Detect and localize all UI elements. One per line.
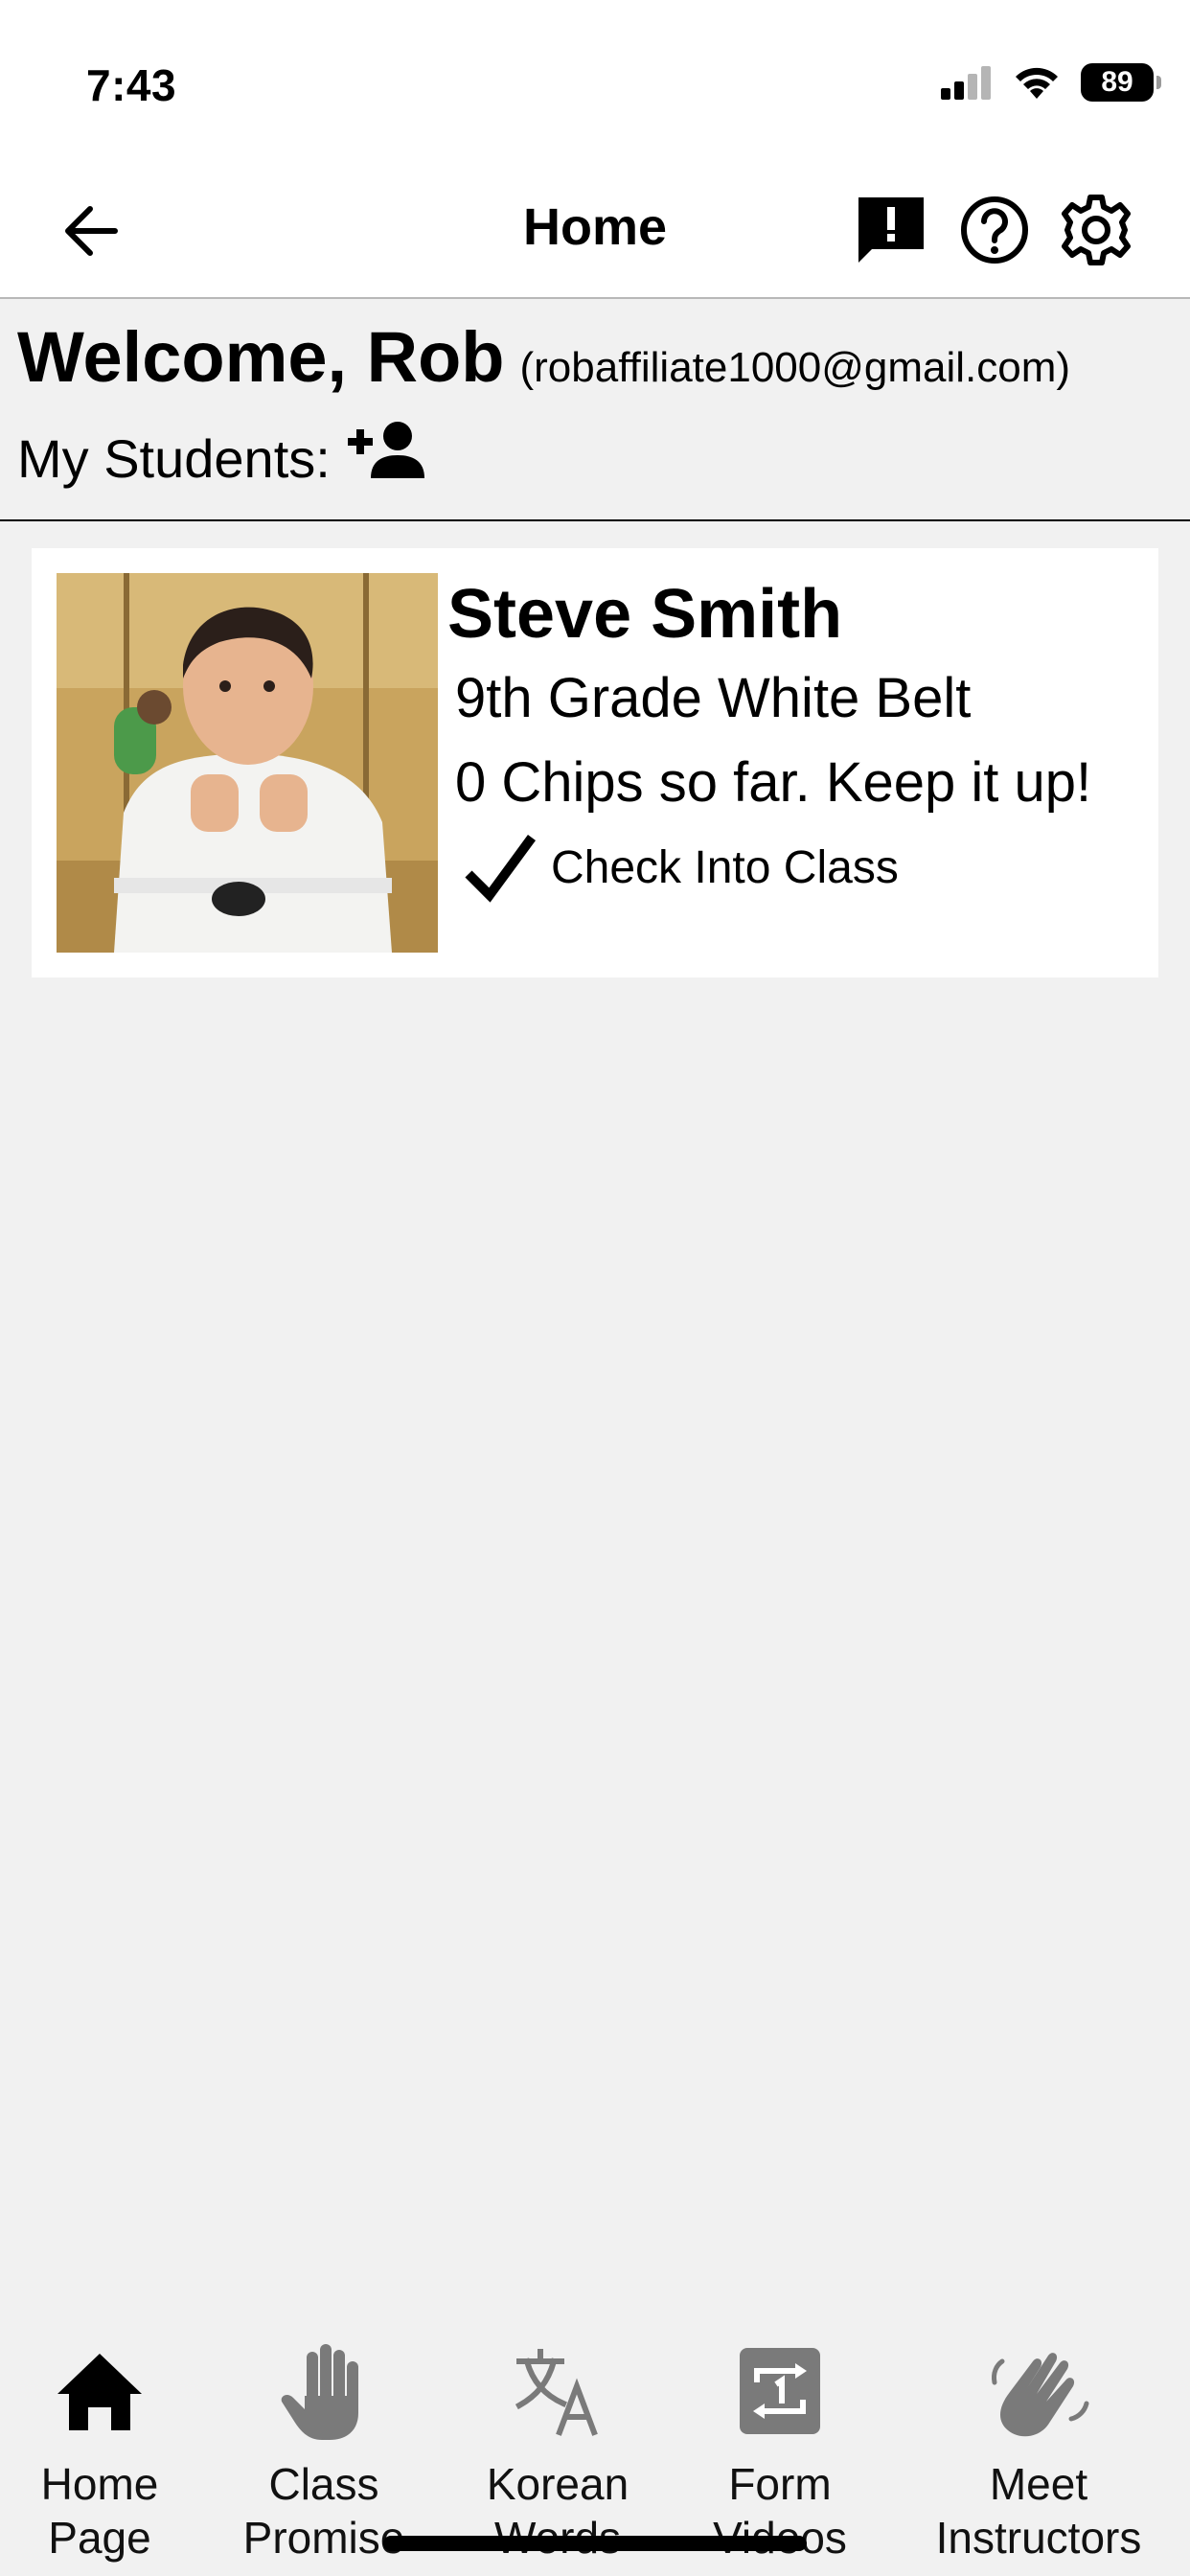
check-into-class-button[interactable]: Check Into Class bbox=[463, 832, 1149, 903]
feedback-icon[interactable] bbox=[853, 192, 929, 268]
battery-indicator: 89 bbox=[1081, 63, 1161, 102]
app-header: Home bbox=[0, 163, 1190, 297]
welcome-greeting: Welcome, Rob bbox=[17, 317, 505, 397]
tab-label: Home Page bbox=[40, 2459, 159, 2563]
home-indicator[interactable] bbox=[383, 2536, 807, 2551]
header-divider bbox=[0, 297, 1190, 299]
help-icon[interactable] bbox=[956, 192, 1033, 268]
student-rank: 9th Grade White Belt bbox=[455, 667, 972, 729]
repeat-one-icon bbox=[740, 2348, 820, 2434]
student-photo bbox=[57, 573, 438, 953]
translate-icon bbox=[515, 2349, 598, 2436]
hand-icon bbox=[281, 2344, 358, 2440]
my-students-label: My Students: bbox=[17, 428, 331, 489]
tab-class-promise[interactable]: Class Promise bbox=[209, 2319, 439, 2564]
waving-hand-icon bbox=[992, 2353, 1089, 2437]
wifi-icon bbox=[1016, 67, 1058, 99]
screen: 7:43 89 Home Welcome, Rob (robaffiliate1… bbox=[0, 0, 1190, 2576]
status-icons: 89 bbox=[939, 63, 1161, 102]
student-name: Steve Smith bbox=[447, 576, 843, 653]
settings-gear-icon[interactable] bbox=[1058, 192, 1134, 268]
tab-label: Meet Instructors bbox=[935, 2459, 1142, 2563]
student-chips: 0 Chips so far. Keep it up! bbox=[455, 751, 1092, 814]
tab-form-videos[interactable]: Form Videos bbox=[665, 2319, 895, 2564]
status-time: 7:43 bbox=[86, 60, 177, 110]
home-icon bbox=[57, 2354, 142, 2430]
section-divider bbox=[0, 519, 1190, 521]
top-area: 7:43 89 Home bbox=[0, 0, 1190, 299]
checkmark-icon bbox=[465, 835, 537, 903]
add-student-icon[interactable] bbox=[347, 417, 428, 484]
user-email: (robaffiliate1000@gmail.com) bbox=[519, 344, 1071, 391]
check-into-class-label: Check Into Class bbox=[551, 841, 899, 893]
tab-meet-instructors[interactable]: Meet Instructors bbox=[924, 2319, 1154, 2564]
student-card[interactable]: Steve Smith 9th Grade White Belt 0 Chips… bbox=[32, 548, 1158, 978]
welcome-line: Welcome, Rob (robaffiliate1000@gmail.com… bbox=[17, 316, 1070, 398]
tab-home-page[interactable]: Home Page bbox=[0, 2319, 215, 2564]
tab-korean-words[interactable]: Korean Words bbox=[443, 2319, 673, 2564]
student-info: Steve Smith 9th Grade White Belt 0 Chips… bbox=[447, 571, 1149, 903]
my-students-row: My Students: bbox=[17, 421, 428, 490]
cellular-signal-icon bbox=[941, 66, 991, 100]
